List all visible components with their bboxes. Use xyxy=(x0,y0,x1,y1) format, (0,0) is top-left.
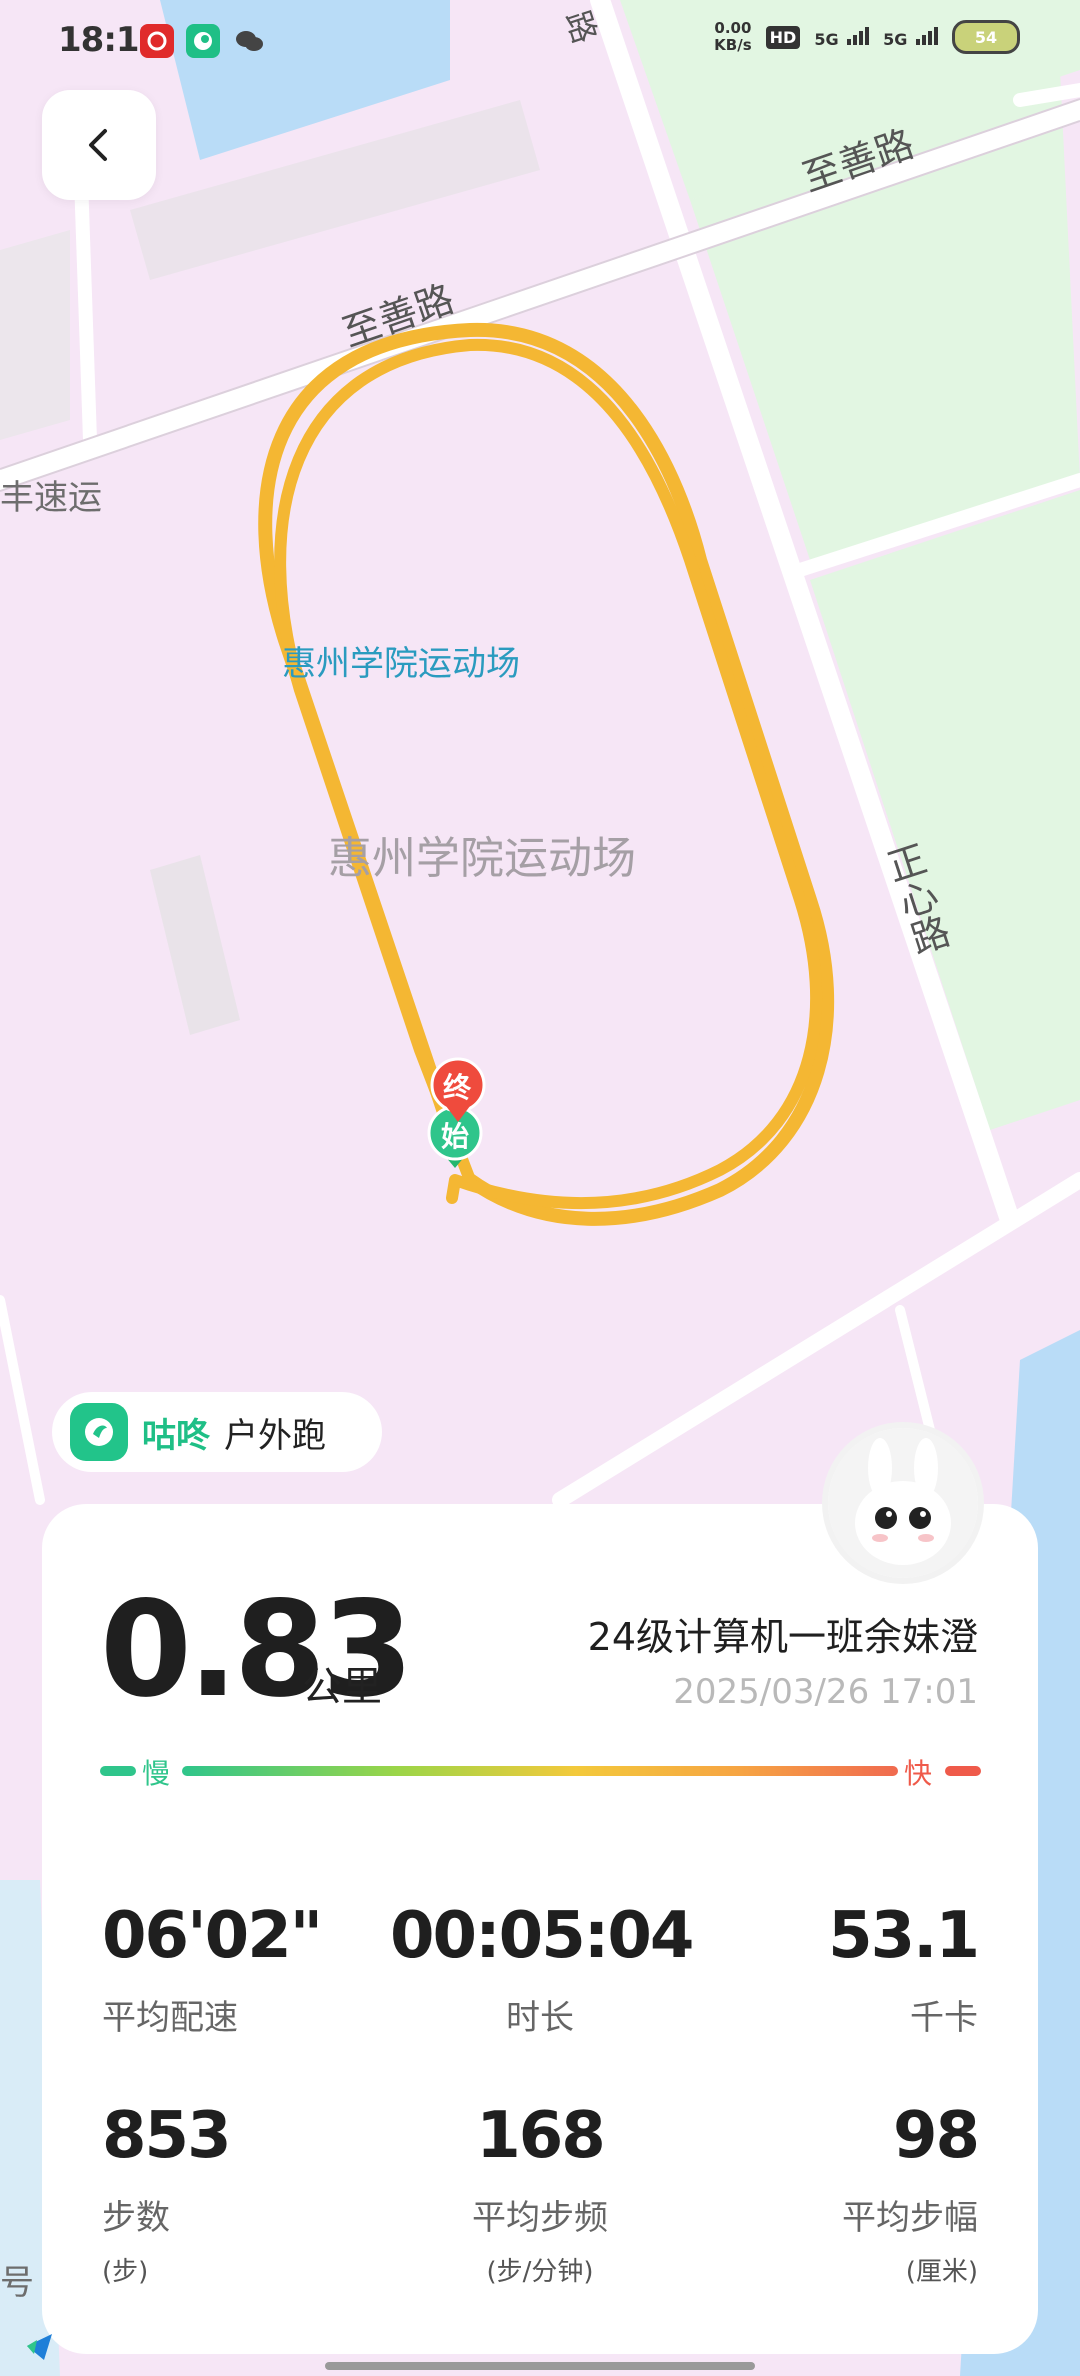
user-name: 24级计算机一班余妹澄 xyxy=(587,1615,978,1659)
stat-stride: 98 平均步幅 (厘米) xyxy=(678,2099,980,2288)
calories-value: 53.1 xyxy=(828,1899,980,1973)
steps-value: 853 xyxy=(102,2099,232,2173)
pace-slow-label: 慢 xyxy=(142,1757,171,1790)
signal-5g-1: 5G xyxy=(814,25,870,49)
brand-badge: 咕咚 户外跑 xyxy=(52,1392,382,1472)
duration-label: 时长 xyxy=(506,1998,574,2038)
steps-unit: (步) xyxy=(102,2257,149,2287)
network-speed: 0.00 KB/s xyxy=(714,19,752,54)
workout-datetime: 2025/03/26 17:01 xyxy=(673,1672,978,1712)
status-bar: 18:12 0.00 KB/s HD 5G 5G 54 xyxy=(0,0,1080,90)
stat-avg-pace: 06'02" 平均配速 xyxy=(102,1904,402,2039)
back-button[interactable] xyxy=(42,90,156,200)
stat-steps: 853 步数 (步) xyxy=(102,2104,402,2288)
workout-summary-card: 0.83 公里 24级计算机一班余妹澄 2025/03/26 17:01 慢 快… xyxy=(42,1504,1038,2354)
brand-name: 咕咚 xyxy=(142,1415,210,1456)
cadence-unit: (步/分钟) xyxy=(486,2257,594,2287)
stat-calories: 53.1 千卡 xyxy=(678,1899,980,2039)
duration-value: 00:05:04 xyxy=(390,1899,694,1973)
location-arrow-icon xyxy=(27,2334,52,2360)
end-marker-label: 终 xyxy=(443,1071,472,1104)
poi-label-bottom-left: 号 xyxy=(0,2263,34,2303)
area-label-stadium: 惠州学院运动场 xyxy=(328,833,636,884)
activity-type: 户外跑 xyxy=(224,1415,326,1456)
home-indicator[interactable] xyxy=(325,2362,755,2370)
pace-gradient-bar xyxy=(182,1766,898,1776)
avg-pace-label: 平均配速 xyxy=(102,1998,238,2038)
start-marker-label: 始 xyxy=(441,1120,470,1153)
stride-value: 98 xyxy=(892,2099,980,2173)
battery-icon: 54 xyxy=(952,20,1020,54)
stat-cadence: 168 平均步频 (步/分钟) xyxy=(390,2104,690,2288)
pace-fast-label: 快 xyxy=(904,1757,933,1790)
chevron-left-icon xyxy=(89,129,107,161)
battery-level: 54 xyxy=(974,27,998,47)
signal-bars-icon xyxy=(847,25,870,45)
stride-unit: (厘米) xyxy=(905,2257,978,2287)
stat-duration: 00:05:04 时长 xyxy=(390,1899,694,2039)
wechat-icon xyxy=(232,24,266,58)
poi-label-stadium[interactable]: 惠州学院运动场 xyxy=(282,636,520,685)
cadence-value: 168 xyxy=(476,2099,606,2173)
stride-label: 平均步幅 xyxy=(842,2198,978,2238)
distance-unit: 公里 xyxy=(302,1664,382,1710)
avg-pace-value: 06'02" xyxy=(102,1899,323,1973)
codoon-logo-icon xyxy=(70,1403,128,1461)
pace-slow-dash xyxy=(100,1766,136,1776)
netease-music-icon xyxy=(140,24,174,58)
pace-fast-dash xyxy=(945,1766,981,1776)
steps-label: 步数 xyxy=(102,2198,170,2238)
cadence-label: 平均步频 xyxy=(472,2198,608,2238)
calories-label: 千卡 xyxy=(910,1998,978,2038)
poi-label-left: 丰速运 xyxy=(0,478,102,518)
hd-voice-badge: HD xyxy=(765,25,801,49)
user-avatar[interactable] xyxy=(828,1428,978,1578)
signal-5g-2: 5G xyxy=(883,25,938,49)
signal-bars-icon xyxy=(916,25,938,45)
codoon-icon xyxy=(186,24,220,58)
